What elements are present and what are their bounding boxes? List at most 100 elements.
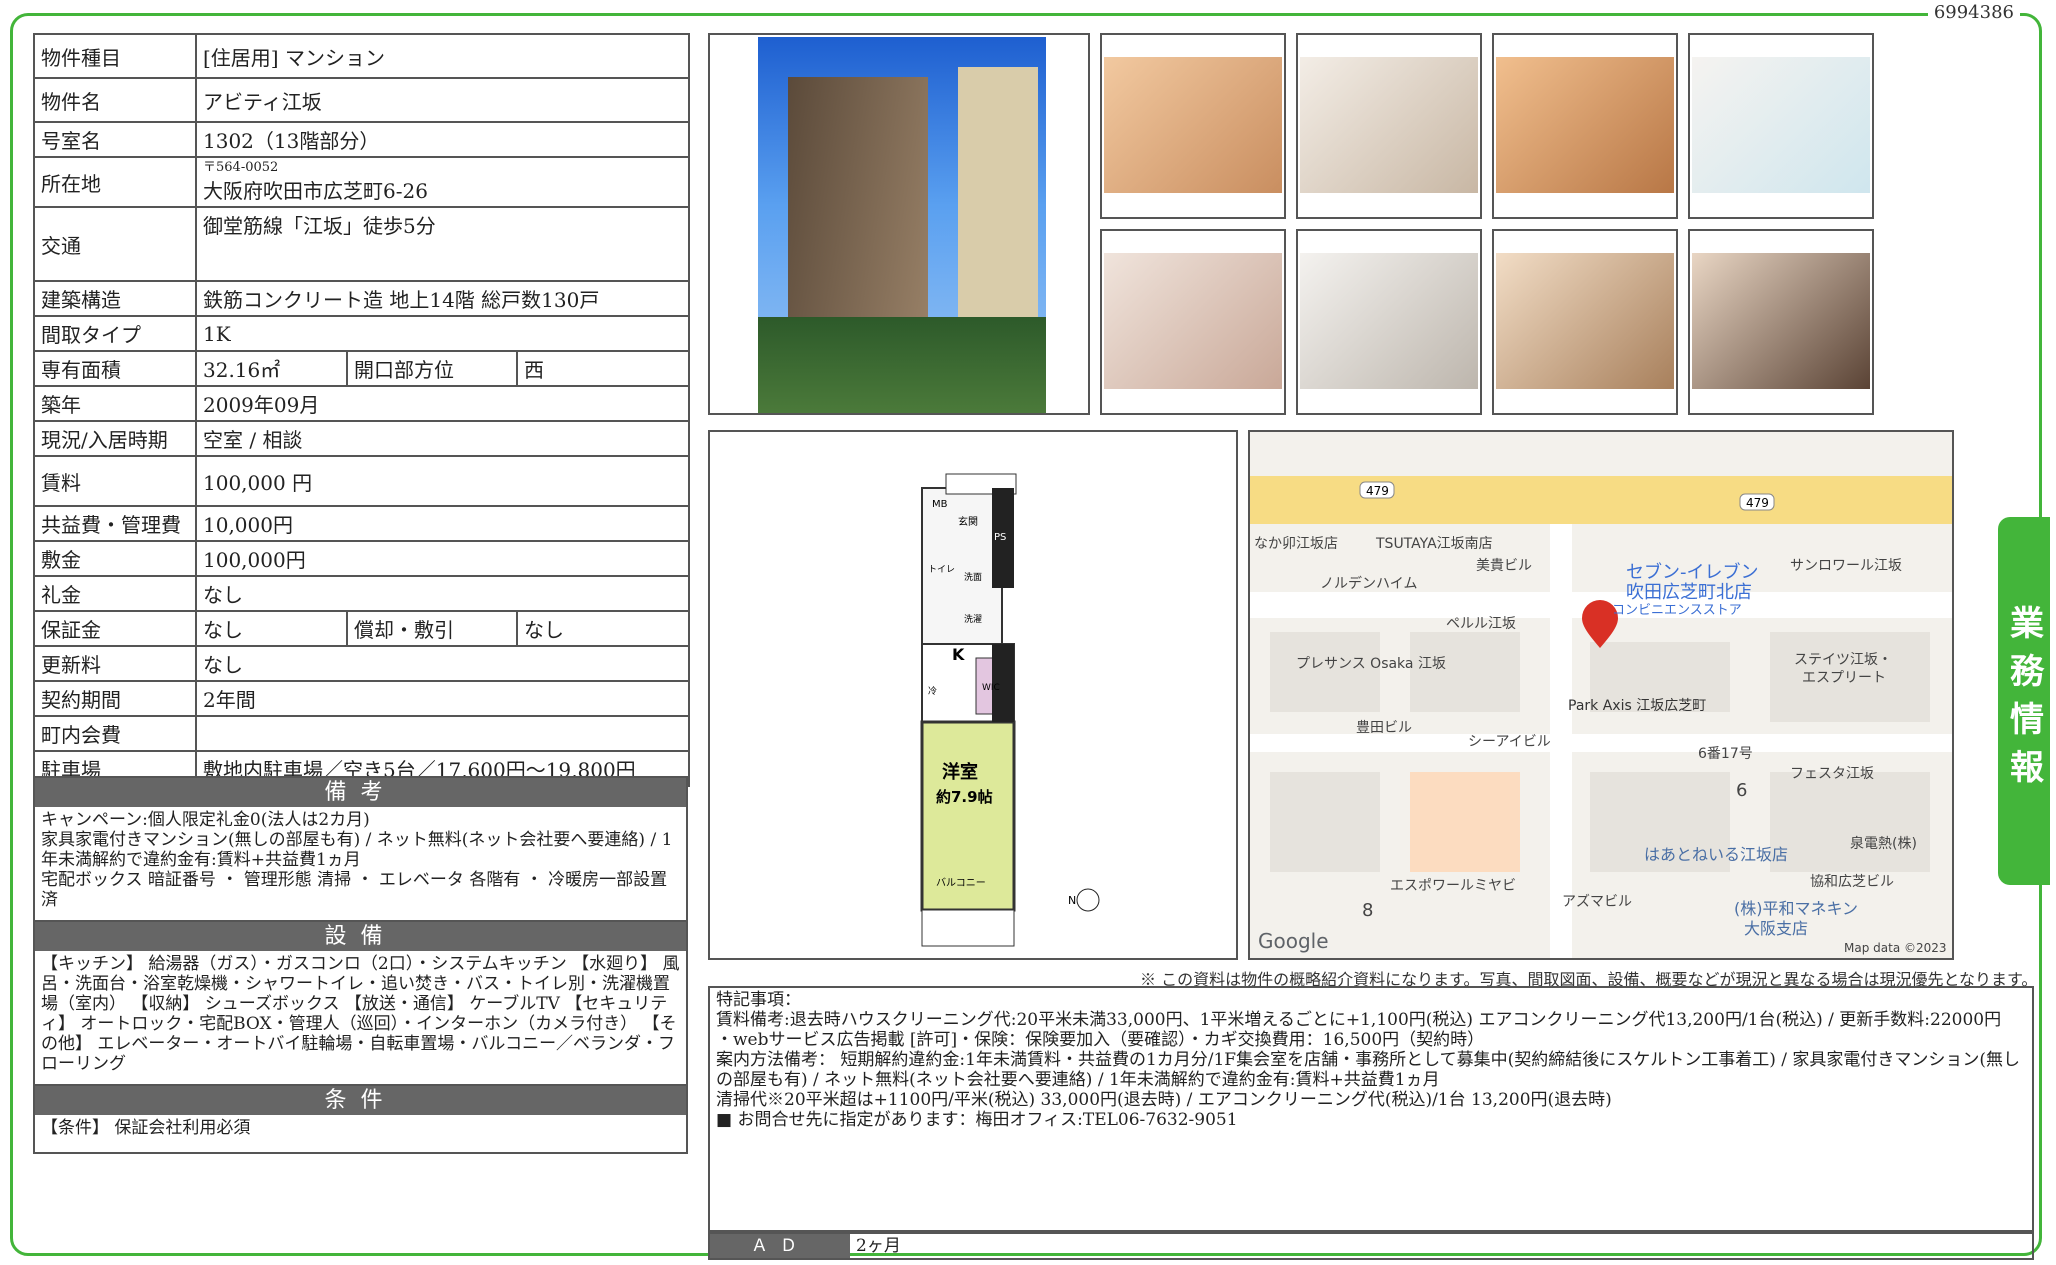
deposit-value: 100,000円 [194,540,691,577]
map-label-2: 美貴ビル [1476,558,1532,574]
fp-room: 洋室 [942,761,978,783]
amortization-label: 償却・敷引 [346,610,518,647]
direction-value: 西 [515,350,691,387]
guarantee-value: なし [195,610,348,647]
room-photo-7[interactable] [1492,229,1678,415]
map-label-5: ペルル江坂 [1446,616,1516,632]
built-label: 築年 [33,385,197,422]
room-label: 号室名 [33,121,197,158]
map-label-8: プレサンス Osaka 江坂 [1296,656,1446,672]
term-label: 契約期間 [33,680,197,717]
fp-fridge: 冷 [928,685,937,697]
amortization-value: なし [515,610,691,647]
floor-plan-drawing: MB 玄関 PS トイレ 洗面 洗濯 K 冷 WIC 洋室 約7.9帖 バルコニ… [920,473,1100,947]
map-label-17: アズマビル [1562,894,1632,910]
town-fee-value [194,715,691,752]
map-label-16: エスポワールミヤビ [1390,878,1516,894]
room-photo-6[interactable] [1296,229,1482,415]
map-label-4: ノルデンハイム [1320,575,1417,592]
guarantee-label: 保証金 [33,610,197,647]
map-label-10: 豊田ビル [1356,720,1412,736]
map-label-7: エスプリート [1802,670,1886,686]
map-label-19: (株)平和マネキン [1734,899,1858,918]
special-remarks: 特記事項： 賃料備考:退去時ハウスクリーニング代:20平米未満33,000円、1… [708,986,2034,1232]
layout-label: 間取タイプ [33,315,197,352]
property-info-table: 物件種目 [住居用] マンション 物件名 アビティ江坂 号室名 1302（13階部分）… [33,33,691,787]
address-value: 大阪府吹田市広芝町6-26 [203,178,428,203]
map-label-1: TSUTAYA江坂南店 [1375,536,1493,552]
access-value: 御堂筋線「江坂」徒歩5分 [194,206,691,282]
remarks-text: 特記事項： 賃料備考:退去時ハウスクリーニング代:20平米未満33,000円、1… [716,990,2021,1130]
town-fee-label: 町内会費 [33,715,197,752]
ad-value: 2ヶ月 [856,1236,901,1256]
layout-value: 1K [194,315,691,352]
map-label-12: 6番17号 [1698,746,1753,762]
setsubi-section: 設備 【キッチン】 給湯器（ガス）・ガスコンロ（2口）・システムキッチン 【水廻… [33,920,688,1086]
fp-balcony: バルコニー [936,877,986,889]
floor-plan[interactable]: MB 玄関 PS トイレ 洗面 洗濯 K 冷 WIC 洋室 約7.9帖 バルコニ… [708,430,1238,960]
map-label-0: なか卯江坂店 [1254,536,1338,552]
renewal-value: なし [194,645,691,682]
biko-section: 備考 キャンペーン:個人限定礼金0(法人は2カ月) 家具家電付きマンション(無し… [33,776,688,922]
room-photo-8[interactable] [1688,229,1874,415]
area-label: 専有面積 [33,350,197,387]
map-label-13: フェスタ江坂 [1790,766,1874,782]
built-value: 2009年09月 [194,385,691,422]
fp-mb: MB [932,499,948,510]
fp-ps: PS [994,532,1006,543]
rent-label: 賃料 [33,455,197,507]
access-label: 交通 [33,206,197,282]
setsubi-title: 設備 [35,922,686,951]
map-label-21: 6 [1736,780,1747,801]
ad-label: ＡＤ [710,1234,850,1258]
document-id: 6994386 [1927,2,2020,23]
address-cell: 〒564-0052 大阪府吹田市広芝町6-26 [194,156,691,208]
biko-title: 備考 [35,778,686,807]
fp-wic: WIC [982,683,1000,693]
biko-text: キャンペーン:個人限定礼金0(法人は2カ月) 家具家電付きマンション(無しの部屋… [41,810,673,910]
structure-label: 建築構造 [33,280,197,317]
room-photo-5[interactable] [1100,229,1286,415]
name-label: 物件名 [33,77,197,123]
fp-room-size: 約7.9帖 [936,788,993,806]
keymoney-value: なし [194,575,691,612]
map-label-6: ステイツ江坂・ [1794,652,1892,668]
type-label: 物件種目 [33,33,197,79]
map-label-20: 大阪支店 [1744,919,1808,938]
map-google-logo: Google [1258,929,1329,953]
map-attribution: Map data ©2023 [1844,941,1947,955]
side-tab-label: 業務情報 [2003,605,2044,797]
business-info-tab[interactable]: 業務情報 [1998,517,2050,885]
renewal-label: 更新料 [33,645,197,682]
map-seven-eleven-1: セブン-イレブン [1626,561,1759,583]
map-canvas: 479 479 なか卯江坂店 TSUTAYA江坂南店 美貴ビル サンロワール江坂… [1250,476,1952,958]
room-photo-3[interactable] [1492,33,1678,219]
fp-k: K [952,645,965,664]
map-label-11: シーアイビル [1468,734,1551,750]
joken-section: 条件 【条件】 保証会社利用必須 [33,1084,688,1154]
building-exterior-photo[interactable] [708,33,1090,415]
address-zip: 〒564-0052 [203,159,279,175]
fp-entrance: 玄関 [958,515,978,528]
name-value: アビティ江坂 [194,77,691,123]
fp-laundry: 洗濯 [964,613,982,625]
map-label-18: 協和広芝ビル [1810,874,1894,890]
ad-row: ＡＤ 2ヶ月 [708,1232,2034,1260]
room-photo-4[interactable] [1688,33,1874,219]
map-seven-eleven-3: コンビニエンスストア [1612,603,1742,618]
fp-wash: 洗面 [964,571,982,583]
room-photo-2[interactable] [1296,33,1482,219]
room-photo-1[interactable] [1100,33,1286,219]
term-value: 2年間 [194,680,691,717]
type-value: [住居用] マンション [194,33,691,79]
fee-value: 10,000円 [194,505,691,542]
deposit-label: 敷金 [33,540,197,577]
joken-title: 条件 [35,1086,686,1115]
map-label-15: はあとねいる江坂店 [1644,845,1788,864]
fee-label: 共益費・管理費 [33,505,197,542]
fp-toilet: トイレ [928,565,955,575]
map-route-479-b: 479 [1746,496,1769,510]
location-map[interactable]: 479 479 なか卯江坂店 TSUTAYA江坂南店 美貴ビル サンロワール江坂… [1248,430,1954,960]
map-route-479-a: 479 [1366,484,1389,498]
map-label-14: 泉電熱(株) [1850,835,1917,852]
